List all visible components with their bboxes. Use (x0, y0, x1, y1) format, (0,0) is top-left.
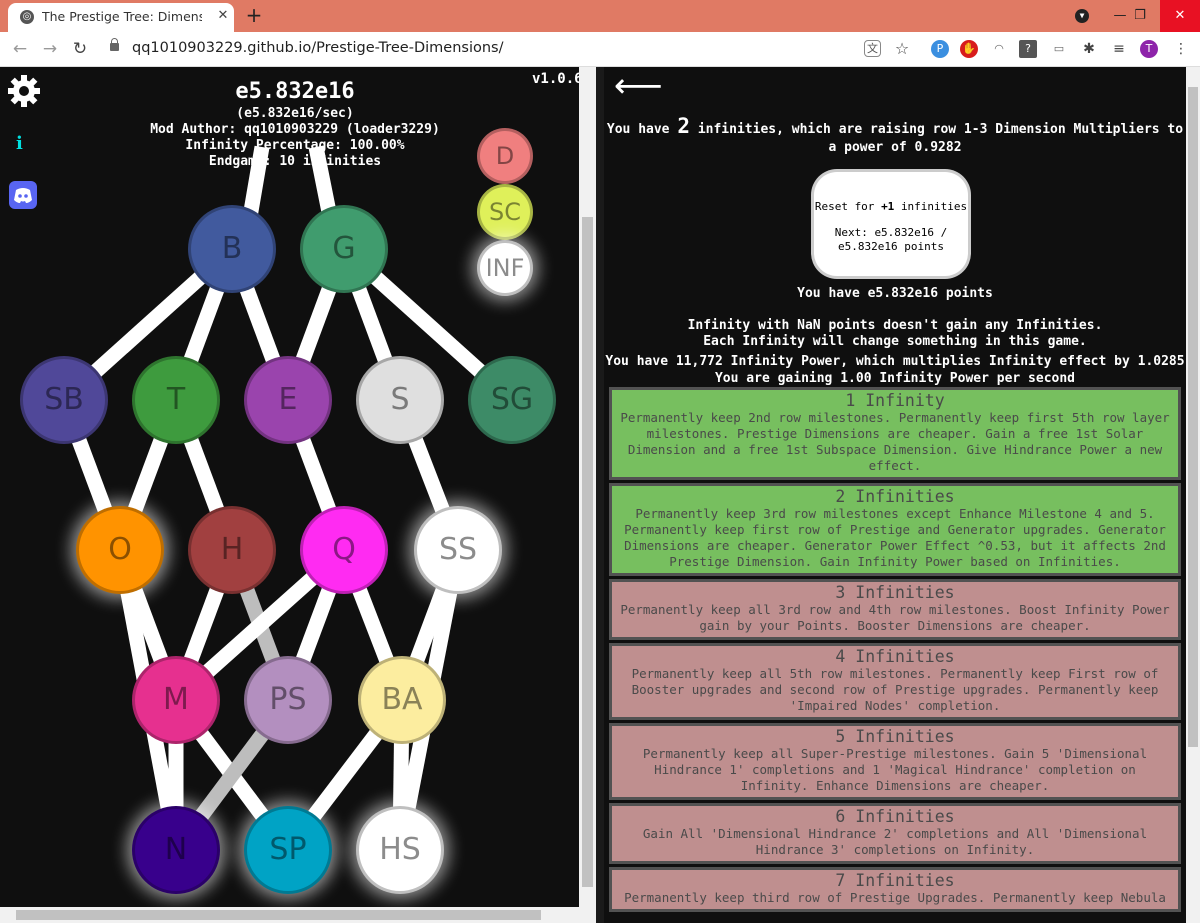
prestige-tree-panel: i v1.0.6 e5.832e16 (e5.832e16/sec) Mod A… (0, 67, 579, 907)
milestone-description: Permanently keep all Super-Prestige mile… (642, 746, 1148, 793)
layer-node-inf[interactable]: INF (477, 240, 533, 296)
nan-note-1: Infinity with NaN points doesn't gain an… (687, 318, 1103, 333)
infinity-reset-button[interactable]: Reset for +1 infinities Next: e5.832e16 … (811, 169, 971, 279)
milestone-title: 2 Infinities (835, 487, 955, 506)
milestone-title: 3 Infinities (835, 583, 955, 602)
reading-list-icon[interactable]: ≡ (1110, 40, 1128, 58)
scrollbar-thumb[interactable] (1188, 87, 1198, 747)
milestone-description: Permanently keep all 3rd row and 4th row… (620, 602, 1170, 633)
layer-node-sb[interactable]: SB (20, 356, 108, 444)
extension-screen-icon[interactable]: ▭ (1050, 40, 1068, 58)
layer-node-m[interactable]: M (132, 656, 220, 744)
layer-node-sg[interactable]: SG (468, 356, 556, 444)
tab-close-icon[interactable]: ✕ (215, 8, 231, 24)
layer-node-g[interactable]: G (300, 205, 388, 293)
reset-label-end: infinities (900, 200, 968, 213)
milestone-title: 6 Infinities (835, 807, 955, 826)
panel-divider[interactable] (596, 67, 604, 923)
browser-tab-bar: ◎ The Prestige Tree: Dimensions ✕ + ▼ — … (0, 0, 1200, 32)
layer-node-sc[interactable]: SC (477, 184, 533, 240)
reset-next: Next: e5.832e16 / e5.832e16 points (834, 226, 948, 253)
milestone-description: Permanently keep third row of Prestige U… (624, 890, 1166, 905)
reset-amount: +1 (881, 200, 895, 213)
milestone-2: 2 Infinities Permanently keep 3rd row mil… (609, 483, 1181, 576)
extensions-puzzle-icon[interactable]: ✱ (1080, 40, 1098, 58)
bookmark-star-icon[interactable]: ☆ (893, 40, 911, 58)
info-vertical-scrollbar[interactable] (1186, 67, 1200, 923)
layer-node-t[interactable]: T (132, 356, 220, 444)
new-tab-button[interactable]: + (244, 4, 264, 26)
layer-node-ps[interactable]: PS (244, 656, 332, 744)
milestone-7: 7 Infinities Permanently keep third row o… (609, 867, 1181, 912)
milestone-6: 6 Infinities Gain All 'Dimensional Hindra… (609, 803, 1181, 864)
layer-node-d[interactable]: D (477, 128, 533, 184)
layer-node-hs[interactable]: HS (356, 806, 444, 894)
profile-avatar[interactable]: T (1140, 40, 1158, 58)
layer-node-ss[interactable]: SS (414, 506, 502, 594)
tab-title: The Prestige Tree: Dimensions (42, 9, 202, 24)
milestone-1: 1 Infinity Permanently keep 2nd row miles… (609, 387, 1181, 480)
infinity-layer-panel: ⟵ You have 2 infinities, which are raisi… (604, 67, 1186, 923)
extension-help-icon[interactable]: ? (1019, 40, 1037, 58)
milestone-5: 5 Infinities Permanently keep all Super-P… (609, 723, 1181, 800)
layer-node-o[interactable]: O (76, 506, 164, 594)
translate-icon[interactable]: 文 (864, 40, 881, 57)
milestone-description: Gain All 'Dimensional Hindrance 2' compl… (642, 826, 1148, 857)
tab-search-icon[interactable]: ▼ (1075, 9, 1089, 23)
milestone-description: Permanently keep 3rd row milestones exce… (624, 506, 1166, 569)
milestone-description: Permanently keep 2nd row milestones. Per… (620, 410, 1170, 473)
milestone-title: 5 Infinities (835, 727, 955, 746)
reset-label: Reset for +1 infinities (814, 200, 968, 214)
milestone-title: 1 Infinity (845, 391, 945, 410)
layer-node-n[interactable]: N (132, 806, 220, 894)
reset-label-start: Reset for (814, 200, 875, 213)
layer-node-sp[interactable]: SP (244, 806, 332, 894)
layer-node-q[interactable]: Q (300, 506, 388, 594)
infinity-power-info: You have 11,772 Infinity Power, which mu… (605, 354, 1185, 369)
lock-icon[interactable] (110, 38, 119, 51)
points-display: e5.832e16 (235, 79, 355, 104)
horizontal-scrollbar[interactable] (0, 907, 579, 923)
globe-icon: ◎ (20, 10, 34, 24)
extension-headphones-icon[interactable]: ◠ (990, 40, 1008, 58)
url-text[interactable]: qq1010903229.github.io/Prestige-Tree-Dim… (132, 40, 503, 56)
milestone-3: 3 Infinities Permanently keep all 3rd row… (609, 579, 1181, 640)
milestone-title: 7 Infinities (835, 871, 955, 890)
milestone-description: Permanently keep all 5th row milestones.… (631, 666, 1159, 713)
extension-p-icon[interactable]: P (931, 40, 949, 58)
milestone-list: 1 Infinity Permanently keep 2nd row miles… (609, 387, 1181, 915)
browser-tab[interactable]: ◎ The Prestige Tree: Dimensions ✕ (8, 3, 234, 32)
infinity-power-gain: You are gaining 1.00 Infinity Power per … (714, 371, 1076, 386)
milestone-title: 4 Infinities (835, 647, 955, 666)
reload-button[interactable]: ↻ (69, 38, 91, 60)
infinity-intro: You have 2 infinities, which are raising… (604, 114, 1186, 157)
tree-vertical-scrollbar[interactable] (579, 67, 596, 923)
forward-button[interactable]: → (39, 38, 61, 60)
layer-node-e[interactable]: E (244, 356, 332, 444)
back-arrow-icon[interactable]: ⟵ (614, 69, 663, 103)
browser-menu-icon[interactable]: ⋮ (1172, 40, 1190, 58)
restore-button[interactable]: ❐ (1120, 0, 1160, 32)
browser-toolbar: ← → ↻ qq1010903229.github.io/Prestige-Tr… (0, 32, 1200, 67)
layer-node-b[interactable]: B (188, 205, 276, 293)
layer-node-ba[interactable]: BA (358, 656, 446, 744)
scrollbar-thumb[interactable] (582, 217, 593, 887)
milestone-4: 4 Infinities Permanently keep all 5th row… (609, 643, 1181, 720)
infinity-count: 2 (677, 114, 690, 138)
address-bar[interactable]: qq1010903229.github.io/Prestige-Tree-Dim… (100, 36, 920, 62)
points-info: You have e5.832e16 points (797, 286, 993, 301)
close-window-button[interactable]: ✕ (1160, 0, 1200, 32)
intro-suffix: infinities, which are raising row 1-3 Di… (697, 122, 1184, 155)
extension-shield-icon[interactable]: ✋ (960, 40, 978, 58)
points-per-second: (e5.832e16/sec) (236, 106, 354, 121)
intro-prefix: You have (606, 122, 670, 137)
scrollbar-thumb[interactable] (16, 910, 541, 920)
layer-node-s[interactable]: S (356, 356, 444, 444)
back-button[interactable]: ← (9, 38, 31, 60)
layer-node-h[interactable]: H (188, 506, 276, 594)
nan-note-2: Each Infinity will change something in t… (703, 334, 1087, 349)
discord-icon[interactable] (9, 181, 37, 209)
